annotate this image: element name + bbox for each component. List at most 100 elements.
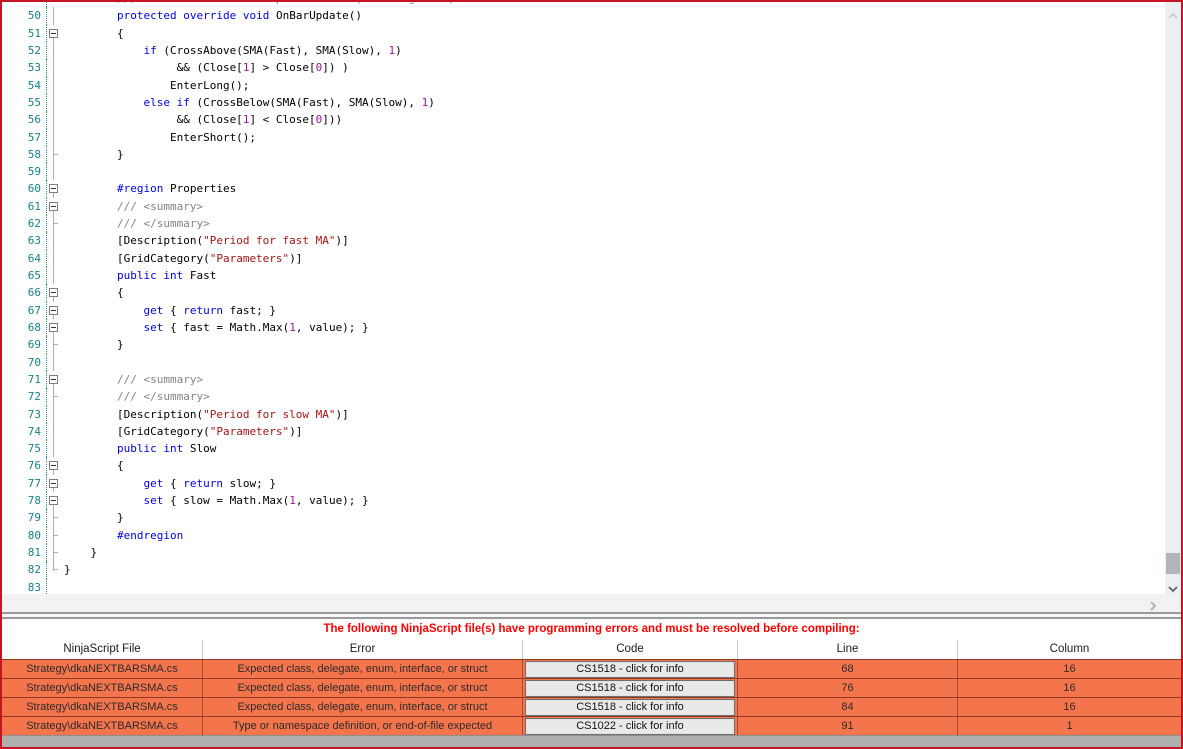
error-row[interactable]: Strategy\dkaNEXTBARSMA.cs Type or namespa…	[2, 716, 1181, 735]
code-line[interactable]: 56 && (Close[1] < Close[0]))	[2, 111, 1181, 129]
error-line-cell: 84	[738, 698, 958, 716]
line-number: 77	[27, 476, 41, 490]
error-code-button[interactable]: CS1518 - click for info	[525, 660, 735, 678]
scroll-right-icon[interactable]	[1150, 598, 1157, 616]
code-line[interactable]: 80 #endregion	[2, 526, 1181, 544]
line-number: 55	[27, 95, 41, 109]
fold-gutter	[46, 405, 64, 423]
code-line[interactable]: 70	[2, 353, 1181, 371]
error-code-button[interactable]: CS1022 - click for info	[525, 717, 735, 735]
code-line[interactable]: 63 [Description("Period for fast MA")]	[2, 232, 1181, 250]
error-column-cell: 16	[1063, 681, 1076, 694]
horizontal-scrollbar[interactable]	[2, 594, 1181, 612]
code-line[interactable]: 54 EnterLong();	[2, 76, 1181, 94]
code-line[interactable]: 69 }	[2, 336, 1181, 354]
line-number: 70	[27, 355, 41, 369]
code-line[interactable]: 55 else if (CrossBelow(SMA(Fast), SMA(Sl…	[2, 93, 1181, 112]
code-text: [Description("Period for fast MA")]	[64, 234, 349, 248]
line-number: 63	[27, 234, 41, 248]
code-line[interactable]: 73 [Description("Period for slow MA")]	[2, 405, 1181, 423]
code-line[interactable]: 51 {	[2, 24, 1181, 42]
error-row[interactable]: Strategy\dkaNEXTBARSMA.cs Expected class,…	[2, 697, 1181, 716]
code-text: /// <summary>	[64, 372, 204, 386]
code-line[interactable]: 79 }	[2, 509, 1181, 527]
code-text: {	[64, 286, 124, 300]
error-code-button[interactable]: CS1518 - click for info	[525, 679, 735, 697]
code-line[interactable]: 64 [GridCategory("Parameters")]	[2, 249, 1181, 267]
code-line[interactable]: 81 }	[2, 544, 1181, 562]
code-line[interactable]: 68 set { fast = Math.Max(1, value); }	[2, 318, 1181, 337]
fold-collapse-icon[interactable]	[49, 184, 58, 194]
line-number: 74	[27, 424, 41, 438]
code-line[interactable]: 60 #region Properties	[2, 180, 1181, 198]
code-line[interactable]: 61 /// <summary>	[2, 197, 1181, 216]
code-line[interactable]: 78 set { slow = Math.Max(1, value); }	[2, 492, 1181, 510]
code-line[interactable]: 74 [GridCategory("Parameters")]	[2, 422, 1181, 441]
fold-collapse-icon[interactable]	[49, 478, 58, 488]
fold-collapse-icon[interactable]	[49, 322, 58, 332]
code-line[interactable]: 57 EnterShort();	[2, 128, 1181, 146]
code-line[interactable]: 75 public int Slow	[2, 440, 1181, 458]
vertical-scrollbar-thumb[interactable]	[1166, 553, 1180, 574]
ninjascript-editor-window: /// Called on each bar update event (inc…	[0, 0, 1183, 749]
code-line[interactable]: 83	[2, 578, 1181, 594]
code-text: [GridCategory("Parameters")]	[64, 251, 303, 265]
line-number: 52	[27, 43, 41, 57]
code-line[interactable]: 50 protected override void OnBarUpdate()	[2, 7, 1181, 25]
line-number: 64	[27, 251, 41, 265]
error-banner: The following NinjaScript file(s) have p…	[2, 619, 1181, 640]
fold-gutter	[46, 267, 64, 285]
line-number: 57	[27, 130, 41, 144]
line-number: 81	[27, 546, 41, 559]
column-header-line: Line	[738, 640, 958, 659]
column-header-column: Column	[1049, 643, 1090, 655]
line-number: 50	[27, 9, 41, 23]
fold-collapse-icon[interactable]	[49, 496, 58, 506]
code-line[interactable]: 65 public int Fast	[2, 267, 1181, 285]
code-line[interactable]: 72 /// </summary>	[2, 388, 1181, 406]
fold-collapse-icon[interactable]	[49, 374, 58, 384]
fold-gutter	[46, 388, 64, 406]
fold-collapse-icon[interactable]	[49, 201, 58, 211]
fold-gutter	[46, 492, 64, 510]
code-line[interactable]: 77 get { return slow; }	[2, 474, 1181, 493]
error-column-cell: 1	[1066, 719, 1073, 732]
code-line[interactable]: 66 {	[2, 284, 1181, 302]
code-text: }	[64, 546, 98, 559]
code-text: }	[64, 511, 124, 525]
code-line[interactable]: 67 get { return fast; }	[2, 301, 1181, 319]
panel-splitter[interactable]	[2, 612, 1181, 619]
fold-collapse-icon[interactable]	[49, 288, 58, 298]
error-message-cell: Expected class, delegate, enum, interfac…	[203, 698, 523, 716]
fold-gutter	[46, 318, 64, 337]
vertical-scrollbar[interactable]	[1165, 2, 1181, 594]
code-line[interactable]: 71 /// <summary>	[2, 370, 1181, 389]
code-line[interactable]: 53 && (Close[1] > Close[0]) )	[2, 59, 1181, 77]
code-line[interactable]: 59	[2, 163, 1181, 181]
code-text: && (Close[1] > Close[0]) )	[64, 61, 349, 75]
code-line[interactable]: 58 }	[2, 145, 1181, 164]
scroll-down-icon[interactable]	[1168, 579, 1178, 594]
scroll-up-icon[interactable]	[1168, 6, 1178, 24]
fold-collapse-icon[interactable]	[49, 305, 58, 315]
line-number: 53	[27, 61, 41, 75]
error-message-cell: Type or namespace definition, or end-of-…	[203, 717, 523, 735]
error-code-cell: CS1518 - click for info	[523, 679, 738, 697]
fold-gutter	[46, 145, 64, 164]
code-editor[interactable]: /// Called on each bar update event (inc…	[2, 2, 1181, 594]
error-column-cell: 16	[1063, 662, 1076, 675]
error-row[interactable]: Strategy\dkaNEXTBARSMA.cs Expected class,…	[2, 659, 1181, 678]
code-text: [Description("Period for slow MA")]	[64, 407, 349, 421]
code-text: /// <summary>	[64, 199, 204, 213]
line-number: 82	[27, 563, 41, 577]
fold-collapse-icon[interactable]	[49, 28, 58, 38]
code-line[interactable]: 52 if (CrossAbove(SMA(Fast), SMA(Slow), …	[2, 41, 1181, 60]
error-row[interactable]: Strategy\dkaNEXTBARSMA.cs Expected class,…	[2, 678, 1181, 697]
code-line[interactable]: 82}	[2, 561, 1181, 579]
code-text: }	[64, 563, 71, 577]
error-code-button[interactable]: CS1518 - click for info	[525, 698, 735, 716]
error-file-cell: Strategy\dkaNEXTBARSMA.cs	[2, 660, 203, 678]
code-line[interactable]: 62 /// </summary>	[2, 215, 1181, 233]
fold-collapse-icon[interactable]	[49, 461, 58, 471]
code-line[interactable]: 76 {	[2, 457, 1181, 475]
